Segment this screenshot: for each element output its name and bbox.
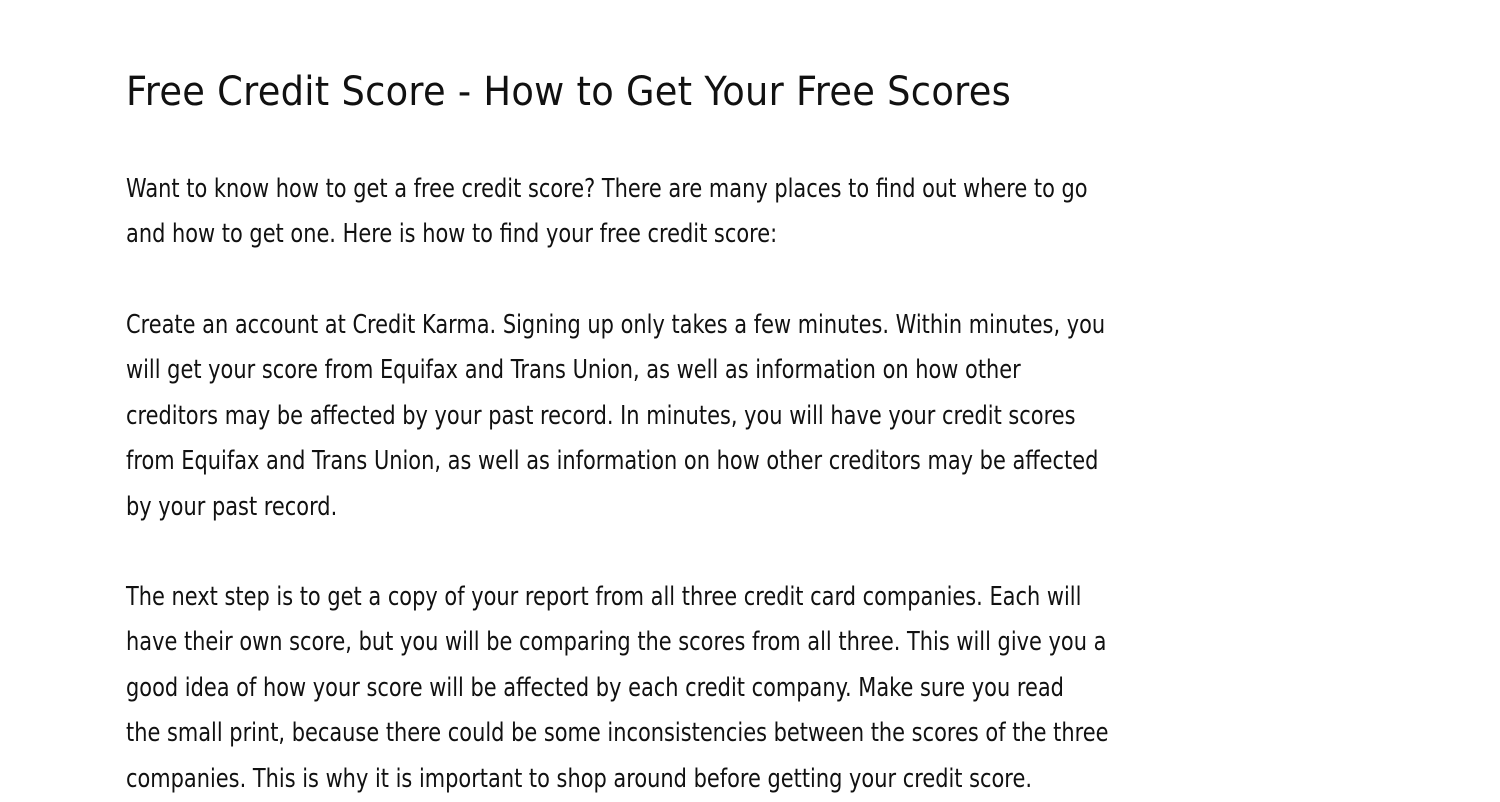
- paragraph-next-step: The next step is to get a copy of your r…: [126, 575, 1108, 802]
- text-line: creditors may be affected by your past r…: [126, 400, 1076, 431]
- text-line: good idea of how your score will be affe…: [126, 672, 1064, 703]
- text-line: Create an account at Credit Karma. Signi…: [126, 310, 1106, 340]
- text-line: the small print, because there could be …: [126, 718, 1109, 749]
- text-line: will get your score from Equifax and Tra…: [126, 355, 1021, 386]
- text-line: by your past record.: [126, 491, 338, 522]
- text-line: and how to get one. Here is how to find …: [126, 219, 778, 250]
- paragraph-intro: Want to know how to get a free credit sc…: [126, 167, 1088, 258]
- text-line: The next step is to get a copy of your r…: [126, 582, 1082, 612]
- text-line: have their own score, but you will be co…: [126, 627, 1107, 658]
- text-line: Want to know how to get a free credit sc…: [126, 174, 1088, 204]
- paragraph-credit-karma: Create an account at Credit Karma. Signi…: [126, 303, 1105, 530]
- text-line: companies. This is why it is important t…: [126, 763, 1032, 794]
- document-title: Free Credit Score - How to Get Your Free…: [126, 69, 1012, 115]
- text-line: from Equifax and Trans Union, as well as…: [126, 446, 1099, 477]
